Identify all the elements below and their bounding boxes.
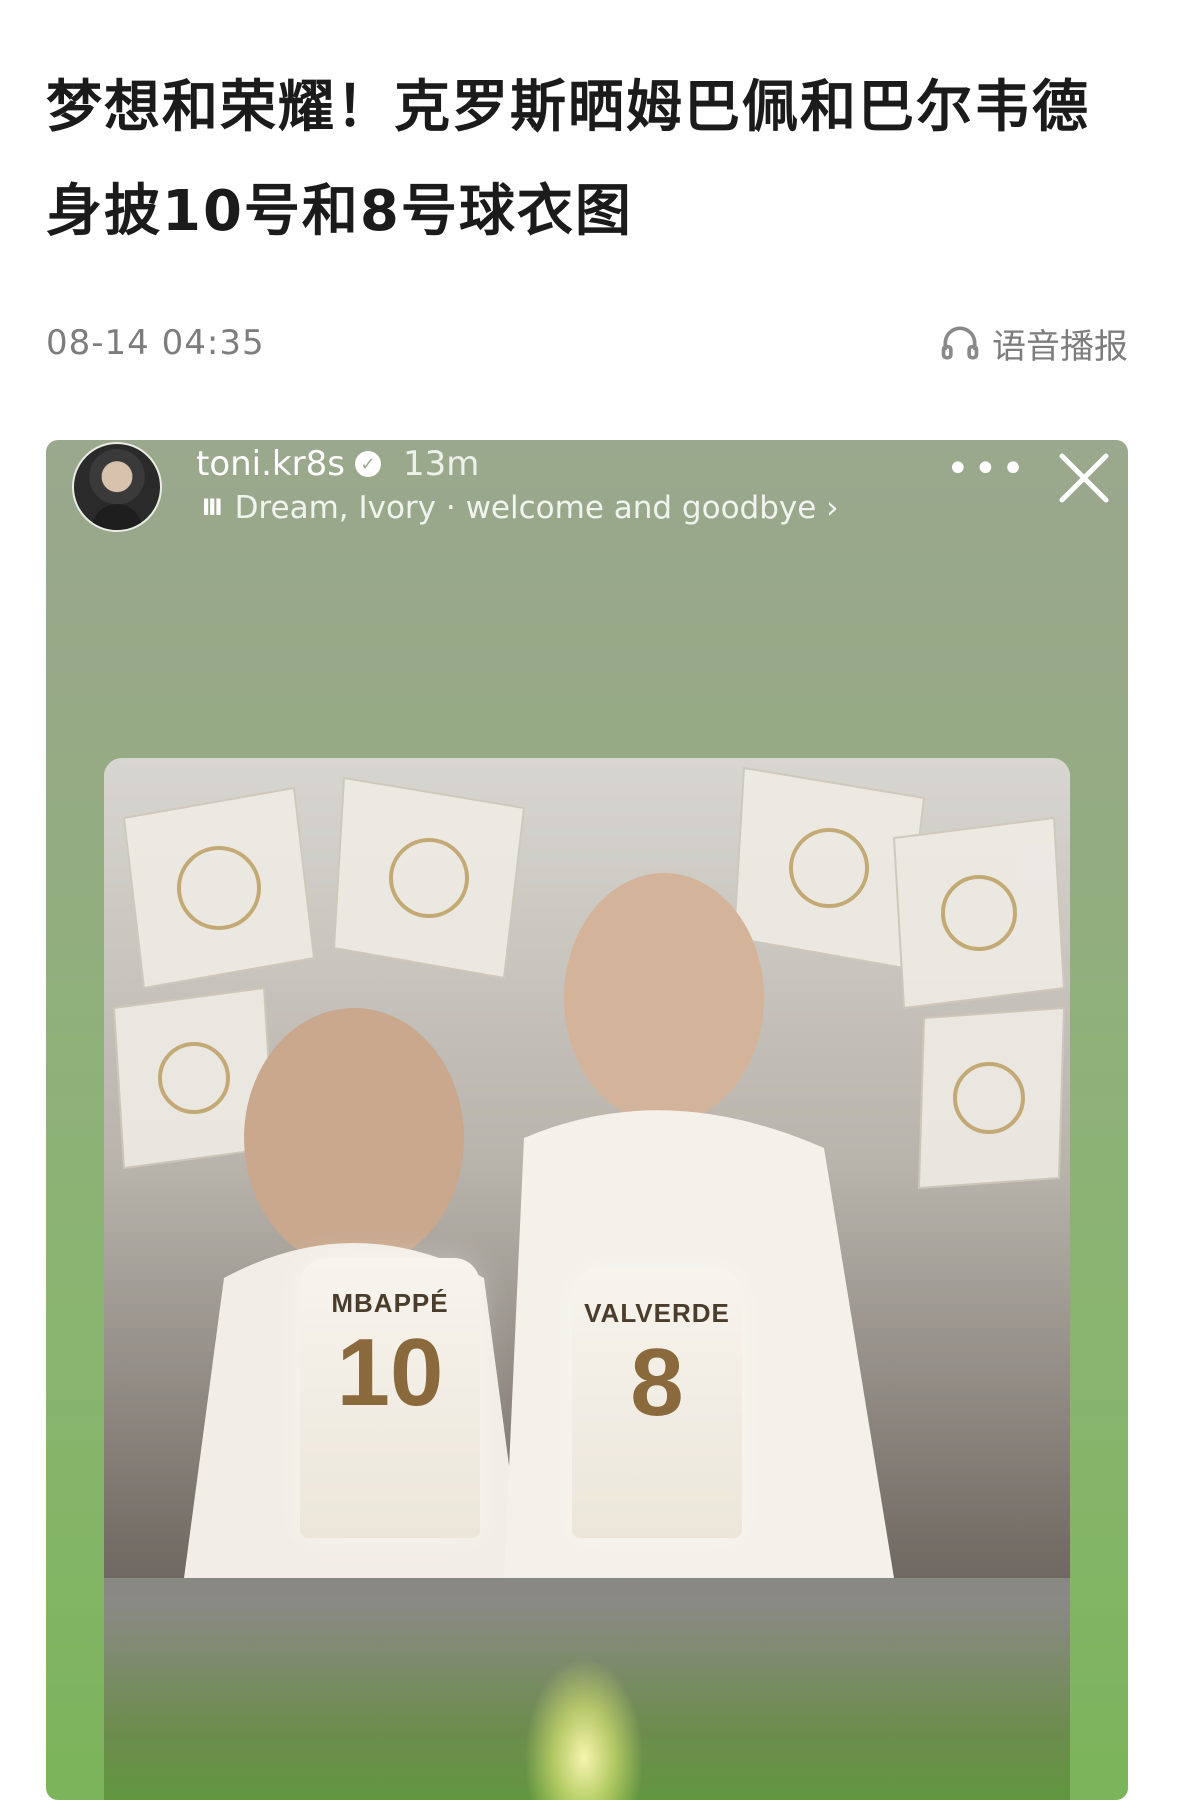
verified-badge-icon: ✓ (354, 451, 381, 477)
light-glow (524, 1658, 644, 1800)
more-options-button[interactable]: ••• (946, 446, 1029, 492)
player-number: 8 (630, 1329, 684, 1436)
story-time-ago: 13m (402, 444, 480, 484)
story-username[interactable]: toni.kr8s (196, 444, 345, 484)
headphones-icon (941, 326, 979, 360)
avatar[interactable] (72, 442, 162, 532)
story-poster-image: MBAPPÉ 10 VALVERDE 8 (104, 758, 1070, 1800)
publish-date: 08-14 04:35 (46, 323, 265, 363)
close-icon[interactable] (1052, 446, 1116, 510)
player-valverde: VALVERDE 8 (572, 1268, 742, 1538)
story-header: toni.kr8s ✓ 13m III Dream, Ivory · welco… (46, 440, 1128, 550)
player-name: VALVERDE (584, 1298, 730, 1328)
player-mbappe: MBAPPÉ 10 (300, 1258, 480, 1538)
instagram-story-screenshot: toni.kr8s ✓ 13m III Dream, Ivory · welco… (46, 440, 1128, 1800)
article-meta: 08-14 04:35 语音播报 (46, 318, 1128, 368)
player-name: MBAPPÉ (331, 1288, 449, 1318)
music-bars-icon: III (202, 495, 223, 521)
story-username-row: toni.kr8s ✓ 13m (196, 444, 479, 484)
music-track-label: Dream, Ivory · welcome and goodbye › (234, 490, 839, 526)
tts-button[interactable]: 语音播报 (938, 319, 1128, 368)
player-number: 10 (336, 1319, 444, 1426)
article-title: 梦想和荣耀！克罗斯晒姆巴佩和巴尔韦德身披10号和8号球衣图 (46, 75, 1090, 244)
story-music[interactable]: III Dream, Ivory · welcome and goodbye › (202, 490, 839, 526)
tts-label: 语音播报 (992, 326, 1128, 367)
